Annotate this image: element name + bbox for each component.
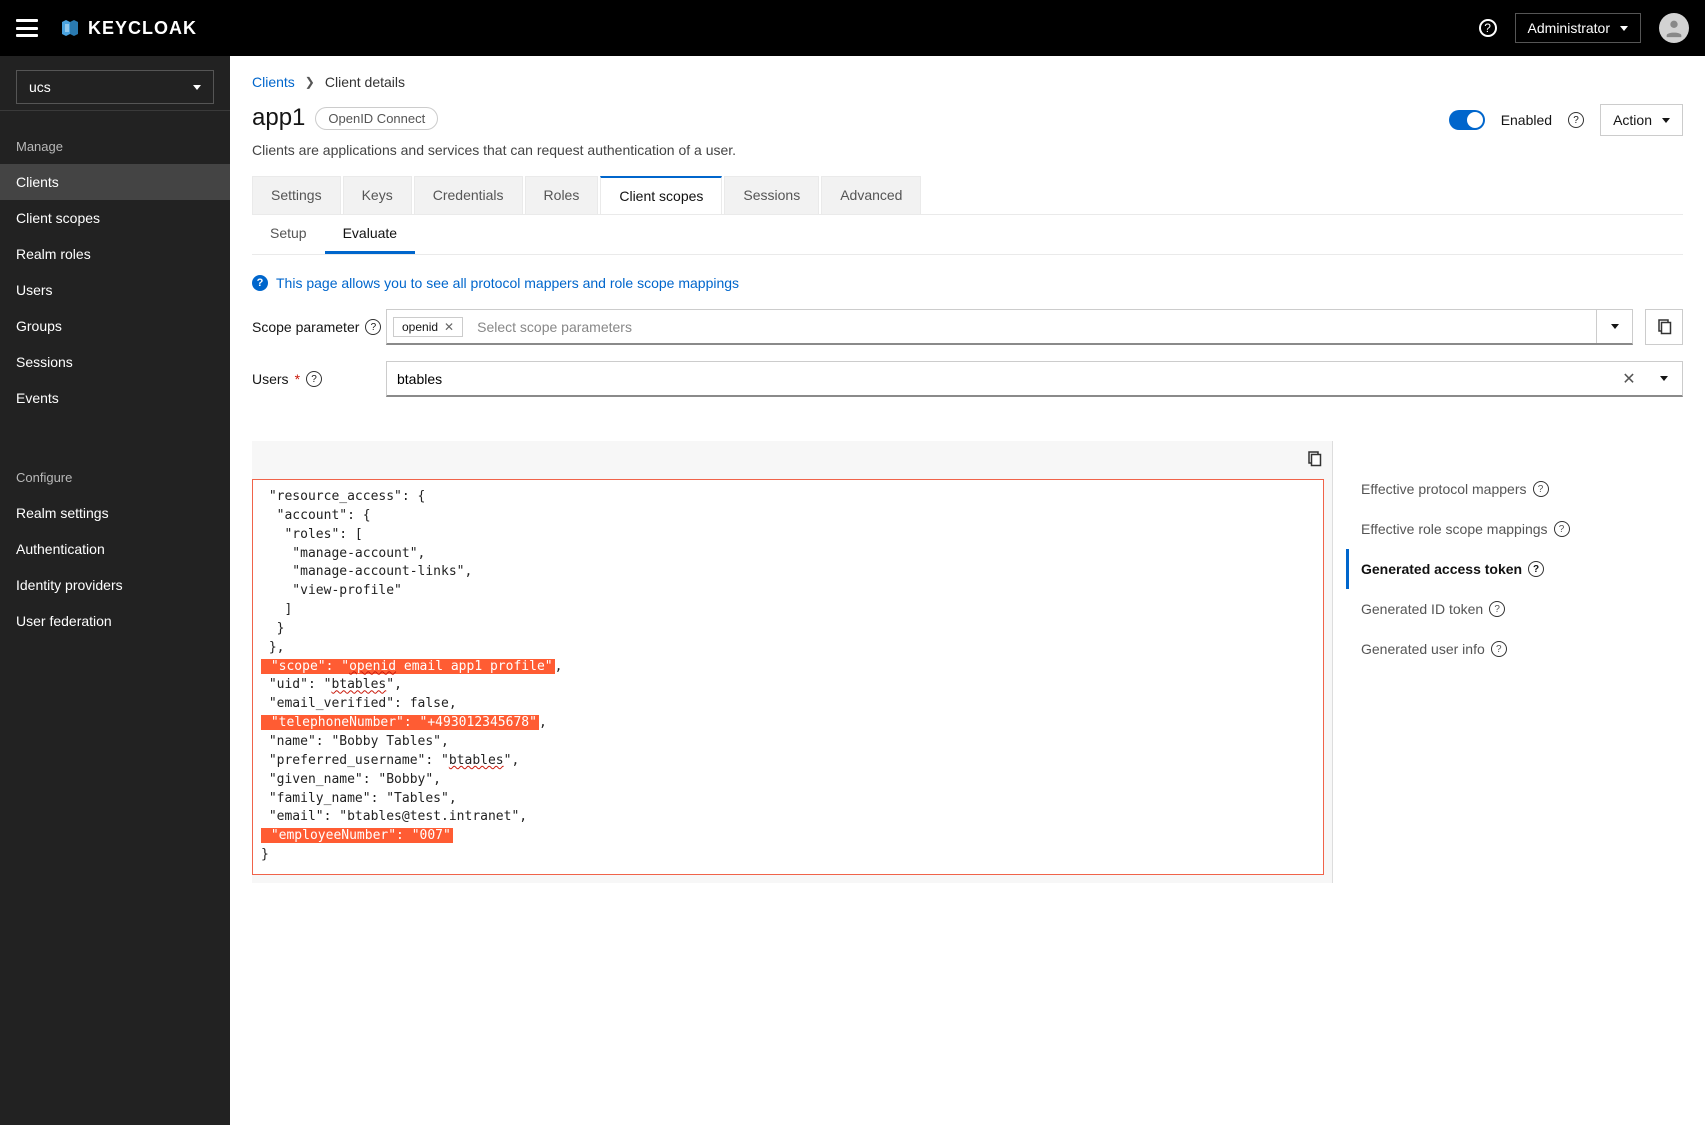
- help-icon[interactable]: ?: [1568, 112, 1584, 128]
- tab-roles[interactable]: Roles: [525, 176, 599, 214]
- token-code[interactable]: "resource_access": { "account": { "roles…: [252, 479, 1324, 875]
- users-input[interactable]: [387, 363, 1612, 395]
- sidebar-item-groups[interactable]: Groups: [0, 308, 230, 344]
- realm-selector[interactable]: ucs: [16, 70, 214, 104]
- info-icon: ?: [252, 275, 268, 291]
- user-menu-label: Administrator: [1528, 20, 1610, 36]
- help-icon[interactable]: ?: [1489, 601, 1505, 617]
- scope-chip-openid[interactable]: openid ✕: [393, 317, 463, 337]
- avatar[interactable]: [1659, 13, 1689, 43]
- help-icon[interactable]: ?: [1491, 641, 1507, 657]
- keycloak-icon: [58, 16, 82, 40]
- users-field[interactable]: ✕: [386, 361, 1683, 397]
- token-preview-panel: "resource_access": { "account": { "roles…: [252, 441, 1333, 883]
- sidebar-item-identity-providers[interactable]: Identity providers: [0, 567, 230, 603]
- sidebar-item-authentication[interactable]: Authentication: [0, 531, 230, 567]
- panel-item-generated-user-info[interactable]: Generated user info?: [1349, 629, 1673, 669]
- enabled-label: Enabled: [1501, 112, 1552, 128]
- sidebar-item-events[interactable]: Events: [0, 380, 230, 416]
- panel-item-generated-id-token[interactable]: Generated ID token?: [1349, 589, 1673, 629]
- action-menu-label: Action: [1613, 112, 1652, 128]
- chevron-down-icon: [1620, 26, 1628, 31]
- info-link[interactable]: This page allows you to see all protocol…: [276, 275, 739, 291]
- subtab-evaluate[interactable]: Evaluate: [325, 215, 415, 254]
- token-type-panel: Effective protocol mappers?Effective rol…: [1333, 441, 1683, 679]
- help-icon[interactable]: ?: [365, 319, 381, 335]
- tab-client-scopes[interactable]: Client scopes: [600, 176, 722, 214]
- sidebar-item-users[interactable]: Users: [0, 272, 230, 308]
- tab-advanced[interactable]: Advanced: [821, 176, 921, 214]
- sidebar-item-realm-roles[interactable]: Realm roles: [0, 236, 230, 272]
- user-icon: [1663, 17, 1685, 39]
- user-menu[interactable]: Administrator: [1515, 13, 1641, 43]
- breadcrumb: Clients ❯ Client details: [252, 74, 1683, 90]
- sidebar-item-clients[interactable]: Clients: [0, 164, 230, 200]
- breadcrumb-root[interactable]: Clients: [252, 74, 295, 90]
- sidebar-section-configure: Configure: [0, 448, 230, 495]
- tab-keys[interactable]: Keys: [343, 176, 412, 214]
- copy-icon: [1656, 319, 1672, 335]
- sidebar-item-sessions[interactable]: Sessions: [0, 344, 230, 380]
- sidebar-item-client-scopes[interactable]: Client scopes: [0, 200, 230, 236]
- enabled-toggle[interactable]: [1449, 110, 1485, 130]
- breadcrumb-current: Client details: [325, 74, 405, 90]
- panel-item-generated-access-token[interactable]: Generated access token?: [1346, 549, 1673, 589]
- chevron-down-icon: [1662, 118, 1670, 123]
- main-content: Clients ❯ Client details app1 OpenID Con…: [230, 56, 1705, 1125]
- users-label: Users * ?: [252, 371, 386, 387]
- sidebar-item-user-federation[interactable]: User federation: [0, 603, 230, 639]
- copy-icon: [1306, 451, 1322, 467]
- protocol-chip: OpenID Connect: [315, 107, 438, 130]
- copy-scope-button[interactable]: [1645, 309, 1683, 345]
- users-dropdown-toggle[interactable]: [1646, 376, 1682, 381]
- remove-icon[interactable]: ✕: [444, 320, 454, 334]
- help-icon[interactable]: ?: [1533, 481, 1549, 497]
- sidebar-section-manage: Manage: [0, 117, 230, 164]
- action-menu[interactable]: Action: [1600, 104, 1683, 136]
- realm-name: ucs: [29, 79, 51, 95]
- scope-parameter-label: Scope parameter ?: [252, 319, 386, 335]
- tab-credentials[interactable]: Credentials: [414, 176, 523, 214]
- copy-token-button[interactable]: [1306, 451, 1322, 470]
- chevron-down-icon: [1660, 376, 1668, 381]
- help-icon[interactable]: ?: [1554, 521, 1570, 537]
- chevron-down-icon: [1611, 324, 1619, 329]
- topbar: KEYCLOAK ? Administrator: [0, 0, 1705, 56]
- scope-chip-label: openid: [402, 320, 438, 334]
- help-icon[interactable]: ?: [1528, 561, 1544, 577]
- scope-parameter-field[interactable]: openid ✕: [386, 309, 1633, 345]
- help-icon[interactable]: ?: [1479, 19, 1497, 37]
- subtab-bar: SetupEvaluate: [252, 215, 1683, 255]
- panel-item-effective-protocol-mappers[interactable]: Effective protocol mappers?: [1349, 469, 1673, 509]
- scope-parameter-input[interactable]: [469, 311, 1596, 343]
- tab-bar: SettingsKeysCredentialsRolesClient scope…: [252, 176, 1683, 215]
- help-icon[interactable]: ?: [306, 371, 322, 387]
- panel-item-effective-role-scope-mappings[interactable]: Effective role scope mappings?: [1349, 509, 1673, 549]
- chevron-right-icon: ❯: [305, 75, 315, 89]
- tab-sessions[interactable]: Sessions: [724, 176, 819, 214]
- sidebar-item-realm-settings[interactable]: Realm settings: [0, 495, 230, 531]
- menu-toggle-button[interactable]: [16, 19, 38, 37]
- brand-logo[interactable]: KEYCLOAK: [58, 16, 197, 40]
- page-subtitle: Clients are applications and services th…: [252, 142, 1683, 158]
- page-title: app1: [252, 104, 305, 132]
- info-banner: ? This page allows you to see all protoc…: [252, 275, 1683, 291]
- sidebar: ucs Manage ClientsClient scopesRealm rol…: [0, 56, 230, 1125]
- tab-settings[interactable]: Settings: [252, 176, 341, 214]
- chevron-down-icon: [193, 85, 201, 90]
- brand-text: KEYCLOAK: [88, 18, 197, 39]
- scope-dropdown-toggle[interactable]: [1596, 310, 1632, 343]
- subtab-setup[interactable]: Setup: [252, 215, 325, 254]
- clear-users-button[interactable]: ✕: [1612, 369, 1646, 389]
